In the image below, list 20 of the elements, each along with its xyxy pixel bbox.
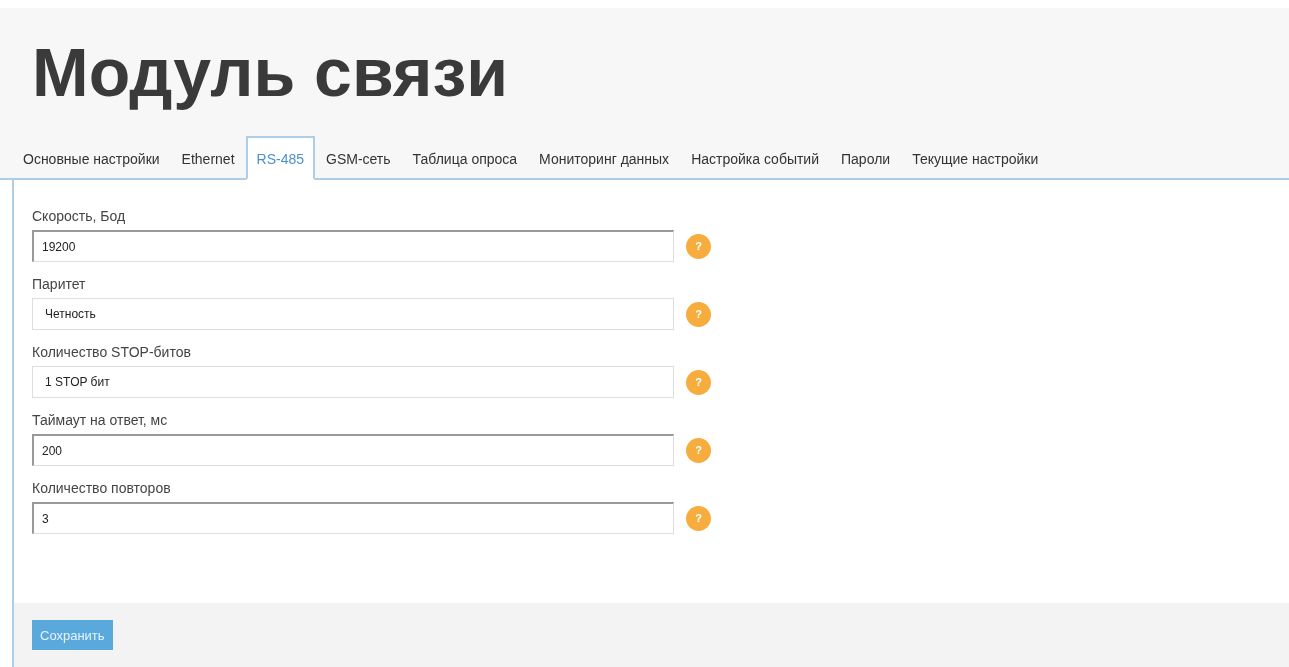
- input-field[interactable]: 19200: [32, 230, 674, 262]
- select-field[interactable]: 1 STOP бит: [32, 366, 674, 398]
- field-label: Таймаут на ответ, мс: [32, 412, 169, 428]
- tab[interactable]: GSM-сеть: [315, 139, 402, 180]
- tab[interactable]: RS-485: [245, 136, 315, 180]
- page-title: Модуль связи: [32, 33, 510, 112]
- tab[interactable]: Мониторинг данных: [528, 139, 681, 180]
- tab[interactable]: Ethernet: [170, 139, 246, 180]
- field-label: Паритет: [32, 276, 87, 292]
- field-label: Количество повторов: [32, 480, 172, 496]
- select-field[interactable]: Четность: [32, 298, 674, 330]
- tab[interactable]: Таблица опроса: [401, 139, 529, 180]
- tab[interactable]: Основные настройки: [12, 139, 171, 180]
- tab[interactable]: Пароли: [830, 139, 902, 180]
- input-field[interactable]: 200: [32, 434, 674, 466]
- field-label: Скорость, Бод: [32, 208, 127, 224]
- tab[interactable]: Текущие настройки: [901, 139, 1050, 180]
- tab[interactable]: Настройка событий: [680, 139, 830, 180]
- field-label: Количество STOP-битов: [32, 344, 192, 360]
- input-field[interactable]: 3: [32, 502, 674, 534]
